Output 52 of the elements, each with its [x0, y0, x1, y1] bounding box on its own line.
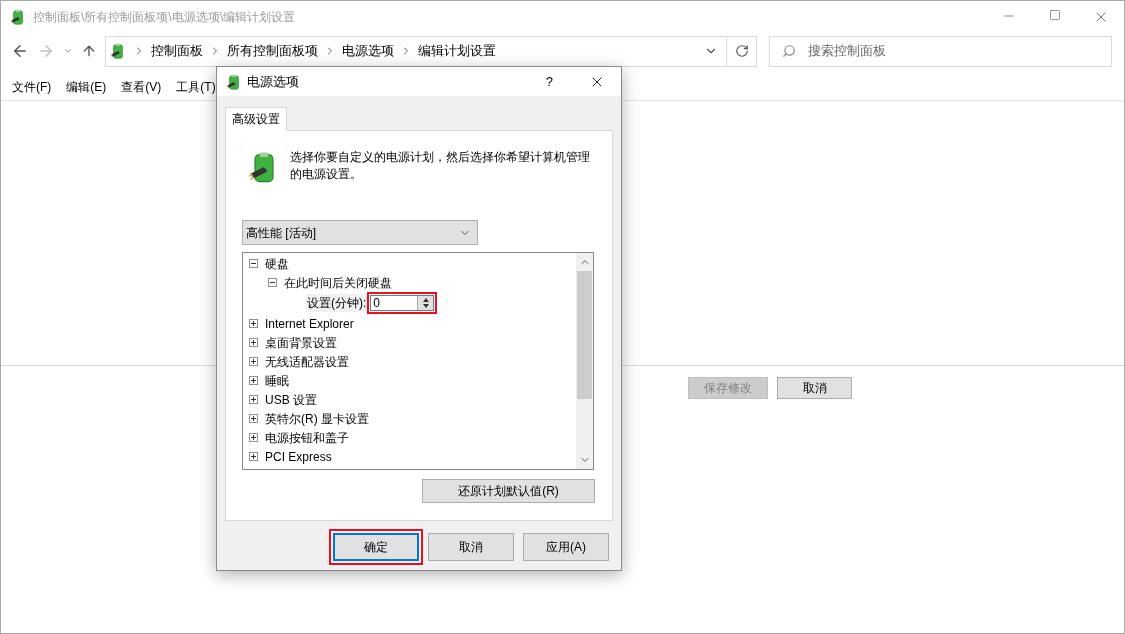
- description: 选择你要自定义的电源计划，然后选择你希望计算机管理的电源设置。: [290, 149, 591, 183]
- tree-item[interactable]: 桌面背景设置: [265, 333, 337, 352]
- expand-icon[interactable]: [249, 452, 258, 461]
- tree-item[interactable]: 在此时间后关闭硬盘: [284, 273, 392, 292]
- setting-label: 设置(分钟):: [306, 294, 368, 312]
- tab[interactable]: 高级设置: [225, 107, 287, 131]
- breadcrumb[interactable]: 电源选项: [342, 41, 394, 61]
- tree-item[interactable]: 睡眠: [265, 371, 289, 390]
- dialog-button[interactable]: 应用(A): [523, 533, 609, 561]
- tree-item[interactable]: PCI Express: [265, 447, 332, 466]
- restore-defaults-button[interactable]: 还原计划默认值(R): [422, 479, 595, 503]
- help-button[interactable]: ?: [545, 71, 553, 92]
- tree-item[interactable]: 英特尔(R) 显卡设置: [265, 409, 369, 428]
- tree-item[interactable]: USB 设置: [265, 390, 317, 409]
- expand-icon[interactable]: [249, 357, 258, 366]
- spinner-value: 0: [372, 296, 381, 310]
- scroll-thumb[interactable]: [577, 271, 592, 399]
- back-icon[interactable]: [11, 42, 29, 60]
- menu-item[interactable]: 查看(V): [121, 77, 162, 96]
- refresh-icon: [734, 44, 749, 58]
- menu-item[interactable]: 工具(T): [176, 77, 216, 96]
- tree-item[interactable]: 无线适配器设置: [265, 352, 349, 371]
- breadcrumb[interactable]: 所有控制面板项: [227, 41, 318, 61]
- cancel-button[interactable]: 取消: [777, 377, 852, 399]
- collapse-icon[interactable]: [268, 278, 277, 287]
- breadcrumb[interactable]: 编辑计划设置: [418, 41, 496, 61]
- scrollbar[interactable]: [576, 253, 593, 469]
- search-field[interactable]: 搜索控制面板: [769, 35, 1112, 67]
- dialog-title: 电源选项: [247, 72, 299, 91]
- refresh-button[interactable]: [726, 35, 757, 67]
- window-title: 控制面板\所有控制面板项\电源选项\编辑计划设置: [33, 9, 295, 26]
- expand-icon[interactable]: [249, 319, 258, 328]
- search-placeholder: 搜索控制面板: [808, 42, 886, 61]
- number-spinner[interactable]: 0: [370, 295, 435, 311]
- expand-icon[interactable]: [249, 433, 258, 442]
- search-icon: [782, 44, 796, 58]
- up-icon[interactable]: [81, 43, 97, 59]
- expand-icon[interactable]: [249, 338, 258, 347]
- expand-icon[interactable]: [249, 395, 258, 404]
- tree-item[interactable]: 硬盘: [265, 254, 289, 273]
- breadcrumb[interactable]: 控制面板: [151, 41, 203, 61]
- collapse-icon[interactable]: [249, 259, 258, 268]
- plan-value: 高性能 [活动]: [246, 224, 316, 242]
- expand-icon[interactable]: [249, 414, 258, 423]
- dialog-button[interactable]: 确定: [333, 533, 419, 561]
- tree-item[interactable]: 电源按钮和盖子: [265, 428, 349, 447]
- tree-item[interactable]: Internet Explorer: [265, 314, 354, 333]
- menu-item[interactable]: 文件(F): [12, 77, 52, 96]
- expand-icon[interactable]: [249, 376, 258, 385]
- dialog-button[interactable]: 取消: [428, 533, 514, 561]
- menu-item[interactable]: 编辑(E): [66, 77, 107, 96]
- plan-dropdown[interactable]: 高性能 [活动]: [242, 220, 478, 245]
